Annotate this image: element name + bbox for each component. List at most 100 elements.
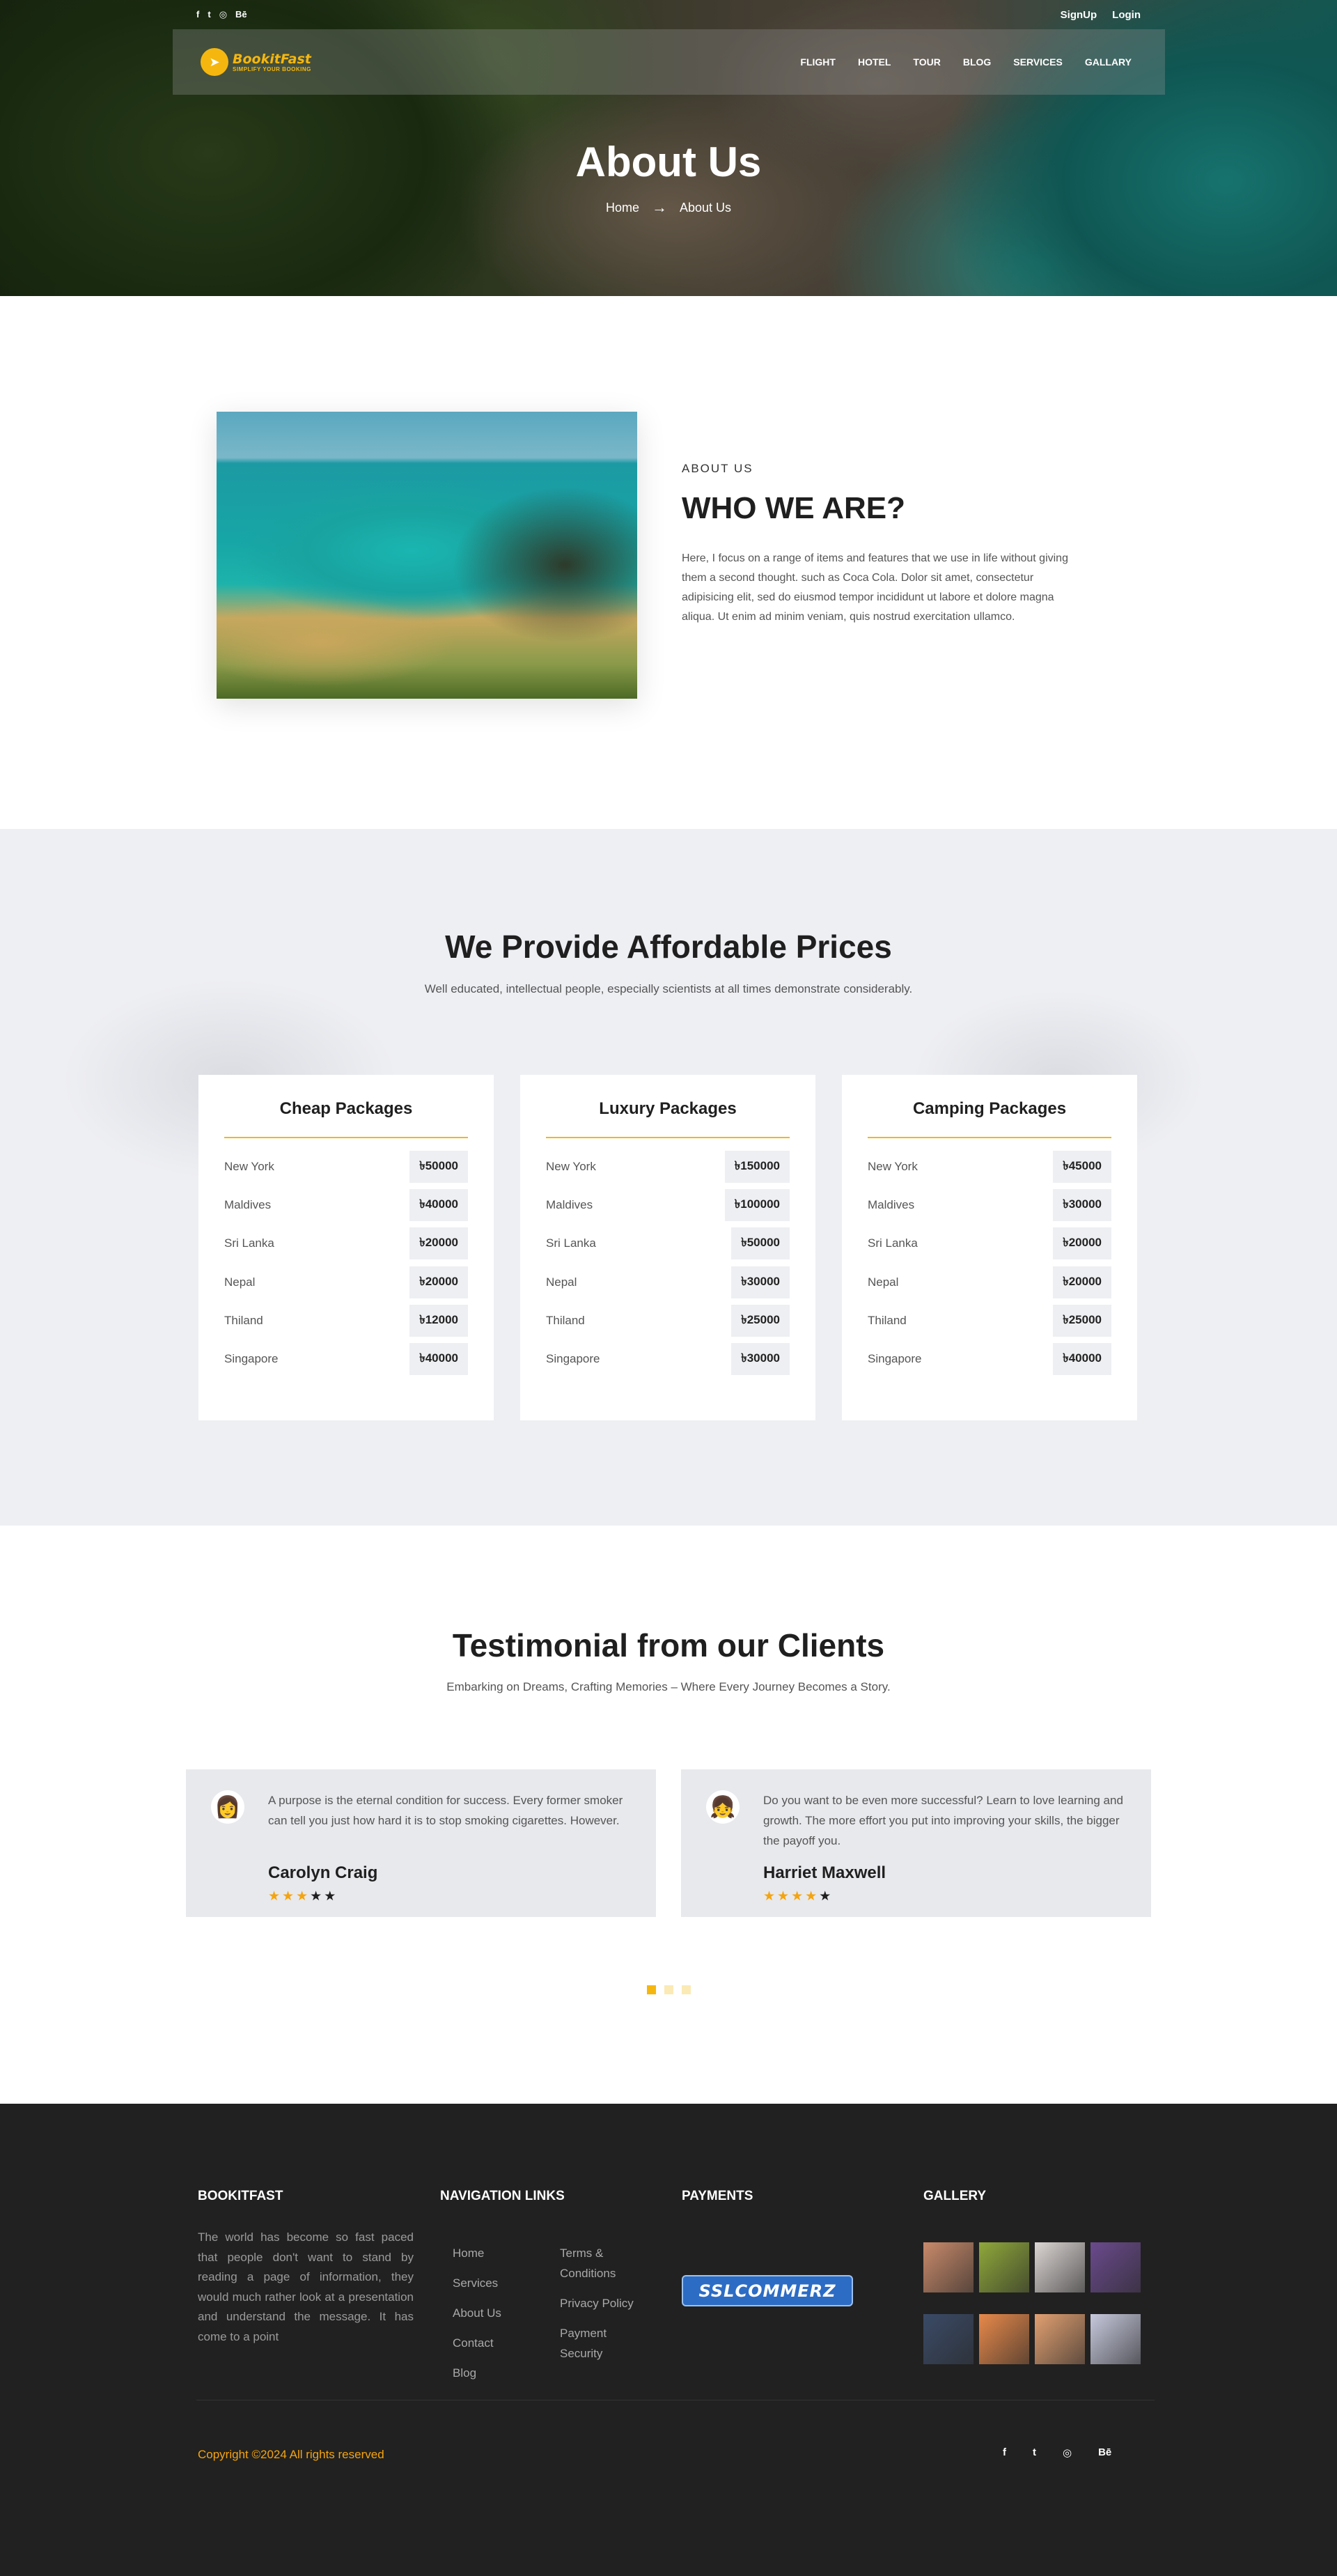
- package-price: ৳30000: [1053, 1188, 1111, 1221]
- package-city: Nepal: [224, 1275, 256, 1289]
- twitter-icon[interactable]: t: [208, 9, 210, 20]
- star-icon: ★: [282, 1889, 295, 1904]
- gallery-thumb[interactable]: [1090, 2314, 1141, 2364]
- gallery-thumb[interactable]: [979, 2314, 1029, 2364]
- carousel-dot[interactable]: [681, 1985, 691, 1994]
- logo-name: BookitFast: [233, 51, 311, 67]
- footer-gallery-heading: GALLERY: [923, 2189, 987, 2203]
- footer-link-home[interactable]: Home: [453, 2243, 501, 2263]
- package-row: Thiland ৳25000: [868, 1301, 1111, 1340]
- footer-link-blog[interactable]: Blog: [453, 2363, 501, 2383]
- package-city: New York: [224, 1159, 274, 1173]
- package-city: New York: [546, 1159, 596, 1173]
- package-row: Singapore ৳30000: [546, 1340, 790, 1378]
- dribbble-icon[interactable]: ◎: [219, 9, 227, 20]
- about-heading: WHO WE ARE?: [682, 491, 905, 525]
- nav-item-services[interactable]: SERVICES: [1013, 56, 1063, 68]
- testimonial-quote: Do you want to be even more successful? …: [763, 1794, 1123, 1847]
- package-city: Maldives: [546, 1197, 593, 1211]
- star-icon: ★: [296, 1889, 308, 1904]
- package-city: Nepal: [546, 1275, 577, 1289]
- facebook-icon[interactable]: f: [1003, 2446, 1006, 2459]
- package-price: ৳100000: [724, 1188, 790, 1221]
- nav-item-tour[interactable]: TOUR: [913, 56, 940, 68]
- package-row: Nepal ৳20000: [224, 1263, 468, 1301]
- package-city: Maldives: [868, 1197, 915, 1211]
- package-city: Sri Lanka: [224, 1236, 274, 1250]
- behance-icon[interactable]: Bē: [235, 9, 247, 20]
- footer-nav-col1: Home Services About Us Contact Blog: [453, 2243, 501, 2393]
- footer-link-terms[interactable]: Terms & Conditions: [560, 2243, 636, 2283]
- footer-link-about[interactable]: About Us: [453, 2303, 501, 2323]
- signup-link[interactable]: SignUp: [1061, 9, 1097, 21]
- footer-payments-heading: PAYMENTS: [682, 2189, 753, 2203]
- footer-about-heading: BOOKITFAST: [198, 2189, 283, 2203]
- package-row: New York ৳50000: [224, 1147, 468, 1186]
- package-row: Nepal ৳30000: [546, 1263, 790, 1301]
- testimonial-card: 👧 Do you want to be even more successful…: [681, 1769, 1151, 1917]
- gallery-thumb[interactable]: [923, 2314, 974, 2364]
- package-row: New York ৳150000: [546, 1147, 790, 1186]
- package-price: ৳25000: [731, 1304, 790, 1337]
- package-row: Maldives ৳40000: [224, 1186, 468, 1224]
- breadcrumb-home[interactable]: Home: [606, 201, 639, 215]
- star-icon: ★: [819, 1889, 831, 1904]
- footer-about-text: The world has become so fast paced that …: [198, 2230, 414, 2343]
- package-price: ৳50000: [731, 1227, 790, 1260]
- nav-item-blog[interactable]: BLOG: [963, 56, 991, 68]
- package-price: ৳40000: [1053, 1343, 1111, 1376]
- gallery-thumb[interactable]: [1035, 2314, 1085, 2364]
- about-section: [0, 296, 1337, 829]
- gallery-thumb[interactable]: [979, 2242, 1029, 2292]
- star-icon: ★: [777, 1889, 790, 1904]
- gallery-thumb[interactable]: [1035, 2242, 1085, 2292]
- testimonials-section: Testimonial from our Clients Embarking o…: [0, 1526, 1337, 2104]
- about-eyebrow: ABOUT US: [682, 462, 753, 475]
- login-link[interactable]: Login: [1112, 9, 1141, 21]
- footer-navigation: NAVIGATION LINKS Home Services About Us …: [440, 2189, 663, 2398]
- footer: BOOKITFAST The world has become so fast …: [0, 2104, 1337, 2576]
- package-row: Sri Lanka ৳20000: [868, 1225, 1111, 1263]
- behance-icon[interactable]: Bē: [1098, 2446, 1111, 2459]
- nav-item-hotel[interactable]: HOTEL: [858, 56, 891, 68]
- package-row: Thiland ৳25000: [546, 1301, 790, 1340]
- package-price: ৳45000: [1053, 1150, 1111, 1183]
- carousel-dot[interactable]: [664, 1985, 673, 1994]
- testimonials-title: Testimonial from our Clients: [452, 1627, 885, 1663]
- twitter-icon[interactable]: t: [1033, 2446, 1036, 2459]
- testimonial-card: 👩 A purpose is the eternal condition for…: [186, 1769, 656, 1917]
- carousel-dot[interactable]: [646, 1985, 656, 1994]
- testimonial-quote: A purpose is the eternal condition for s…: [268, 1794, 623, 1827]
- gallery-thumb[interactable]: [923, 2242, 974, 2292]
- prices-title: We Provide Affordable Prices: [445, 929, 892, 965]
- testimonials-subtitle: Embarking on Dreams, Crafting Memories –…: [446, 1680, 891, 1693]
- package-price: ৳40000: [409, 1188, 468, 1221]
- footer-link-contact[interactable]: Contact: [453, 2333, 501, 2353]
- package-row: New York ৳45000: [868, 1147, 1111, 1186]
- gallery-grid: [923, 2242, 1141, 2364]
- star-icon: ★: [268, 1889, 281, 1904]
- site-logo[interactable]: ➤ BookitFast SIMPLIFY YOUR BOOKING: [201, 48, 311, 76]
- footer-link-services[interactable]: Services: [453, 2273, 501, 2293]
- nav-item-flight[interactable]: FLIGHT: [800, 56, 836, 68]
- main-menu: FLIGHT HOTEL TOUR BLOG SERVICES GALLARY: [800, 56, 1132, 68]
- package-city: Sri Lanka: [546, 1236, 596, 1250]
- dribbble-icon[interactable]: ◎: [1063, 2446, 1072, 2459]
- star-icon: ★: [763, 1889, 776, 1904]
- gallery-thumb[interactable]: [1090, 2242, 1141, 2292]
- footer-link-payment-security[interactable]: Payment Security: [560, 2323, 636, 2364]
- star-icon: ★: [791, 1889, 804, 1904]
- facebook-icon[interactable]: f: [196, 9, 199, 20]
- package-price: ৳20000: [1053, 1266, 1111, 1298]
- package-city: Thiland: [546, 1313, 585, 1327]
- package-card-camping: Camping Packages New York ৳45000 Maldives…: [842, 1075, 1137, 1420]
- footer-link-privacy[interactable]: Privacy Policy: [560, 2293, 636, 2313]
- nav-item-gallary[interactable]: GALLARY: [1085, 56, 1132, 68]
- testimonial-name: Harriet Maxwell: [763, 1863, 886, 1882]
- package-row: Sri Lanka ৳50000: [546, 1225, 790, 1263]
- package-price: ৳30000: [731, 1343, 790, 1376]
- top-social-links: f t ◎ Bē: [196, 9, 247, 20]
- package-row: Thiland ৳12000: [224, 1301, 468, 1340]
- star-icon: ★: [310, 1889, 322, 1904]
- package-price: ৳20000: [1053, 1227, 1111, 1260]
